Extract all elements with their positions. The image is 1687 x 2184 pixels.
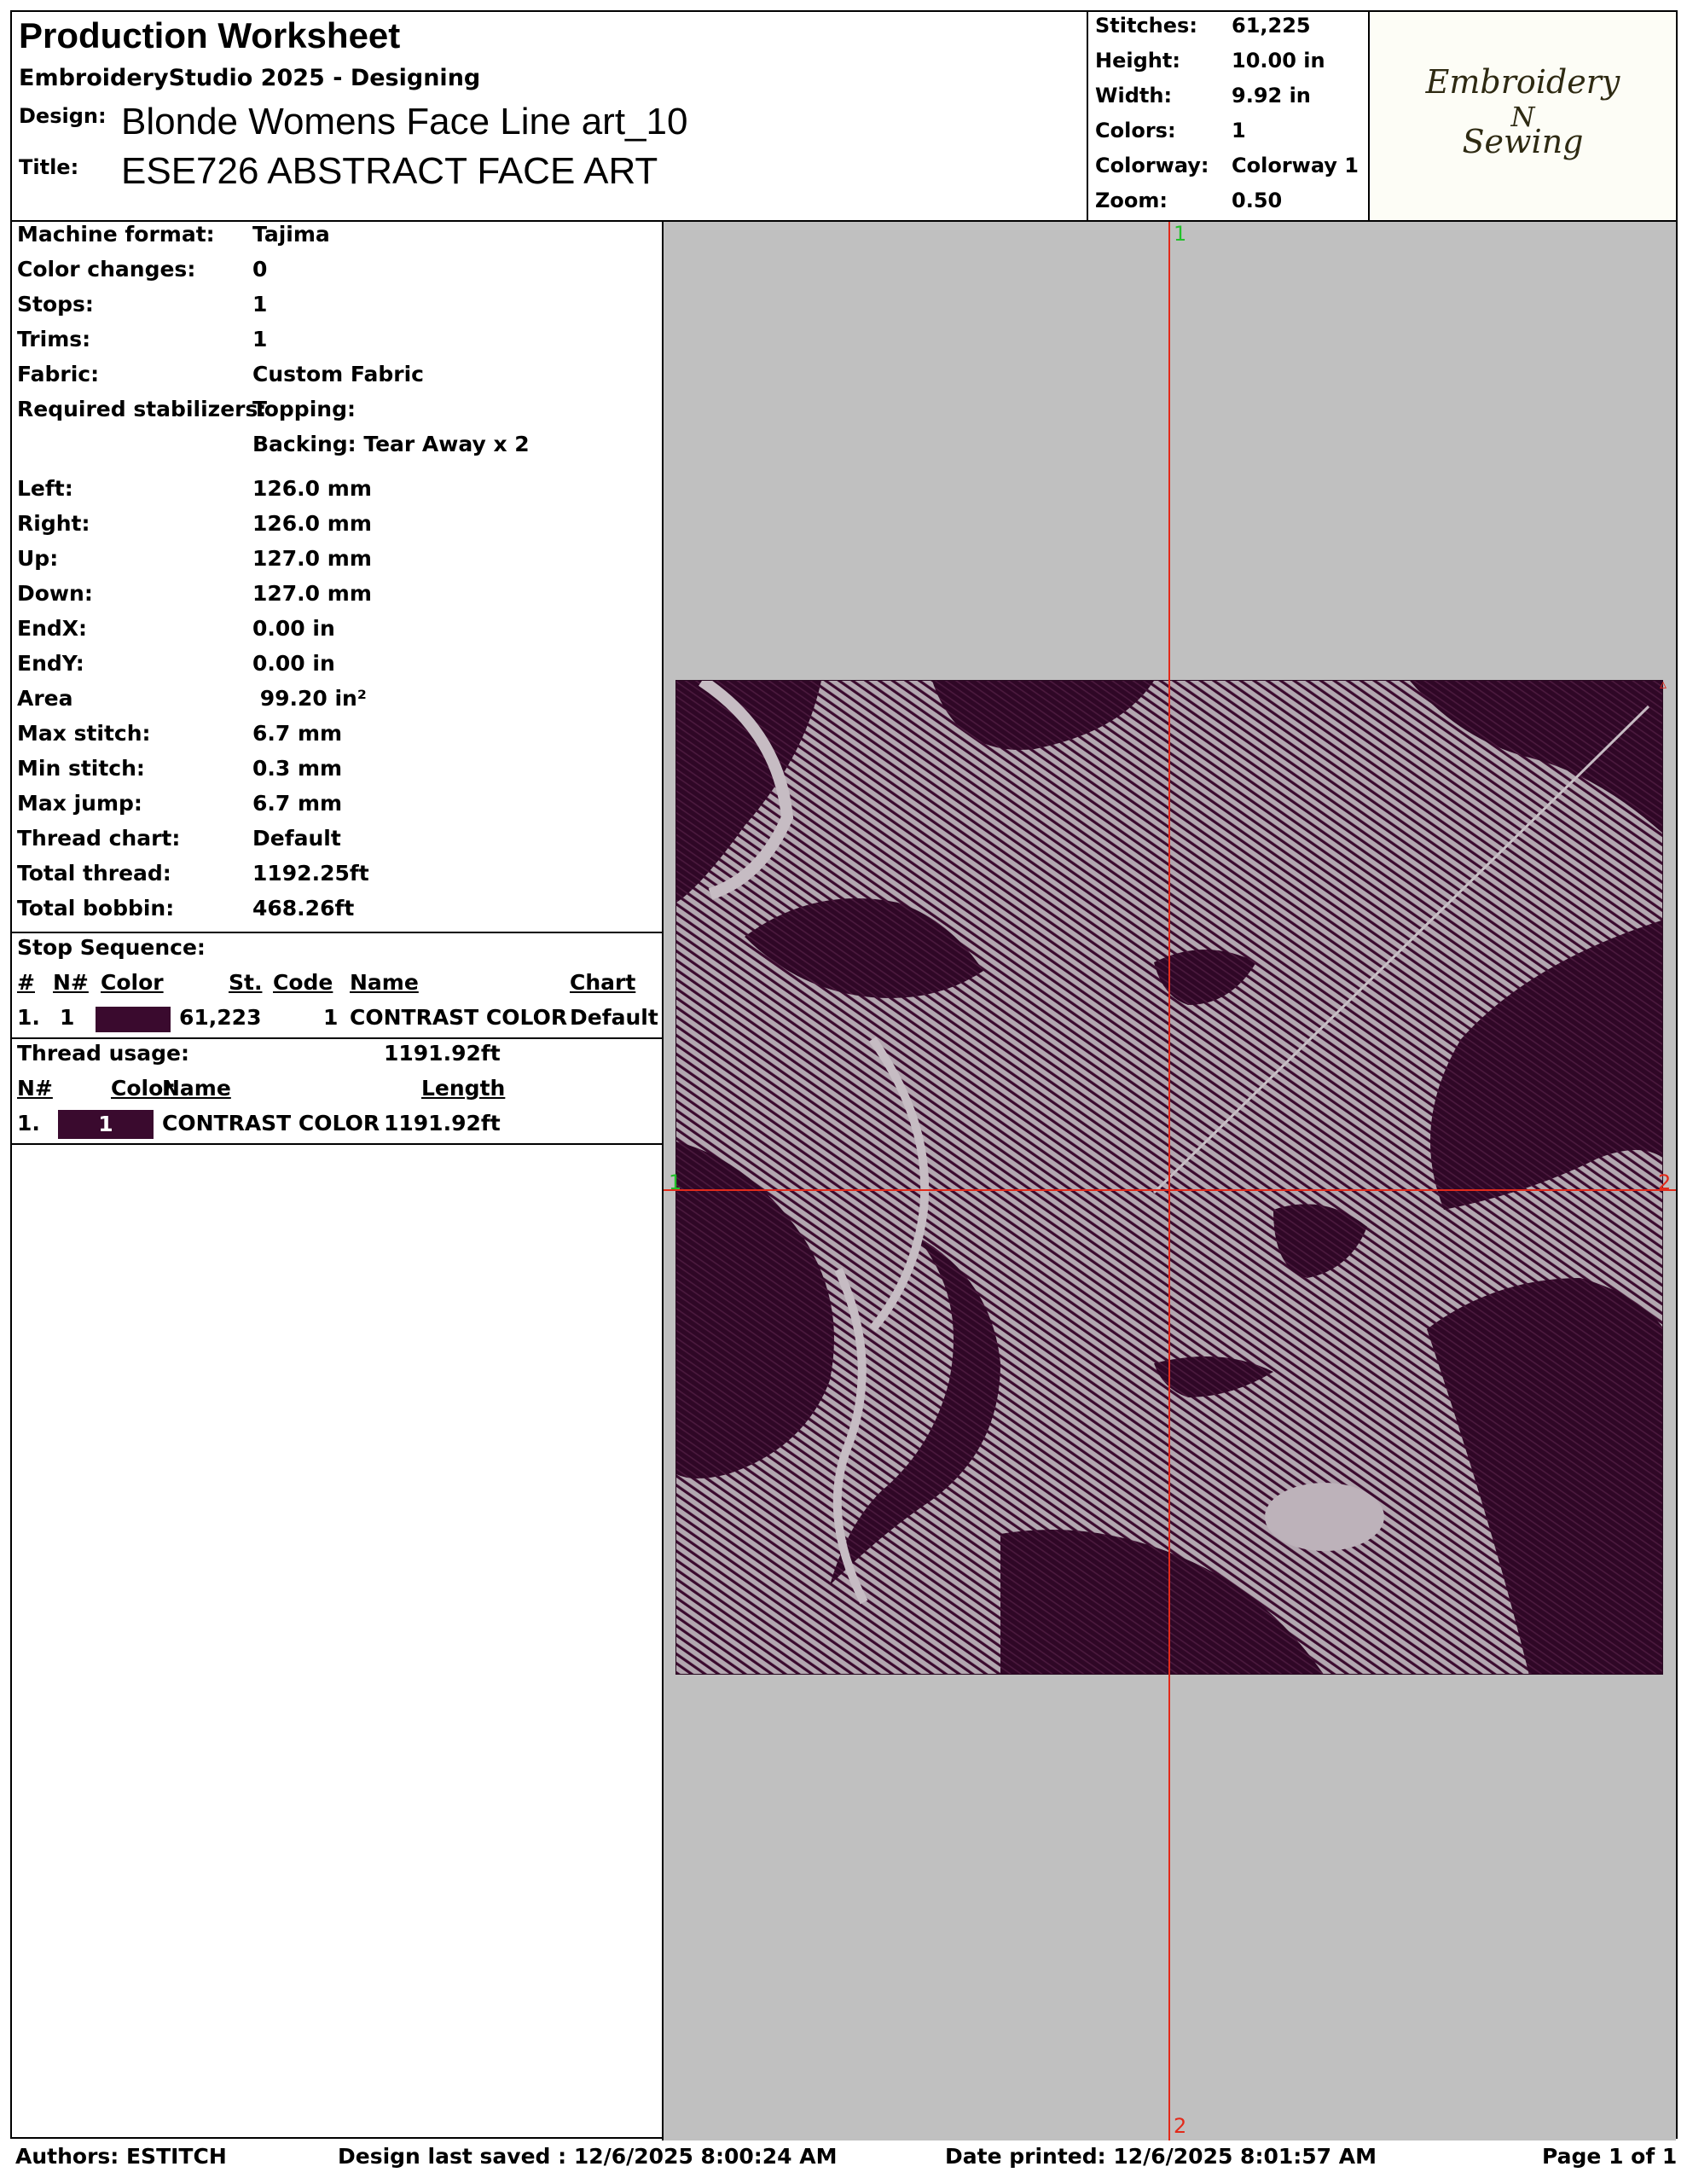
divider xyxy=(12,932,662,933)
info-color-changes: Color changes: 0 xyxy=(17,257,268,282)
corner-marker-icon: ▵ xyxy=(1660,676,1667,692)
stat-zoom: Zoom: 0.50 xyxy=(1095,189,1283,212)
divider xyxy=(12,1143,662,1145)
dim-thread-chart: Thread chart: Default xyxy=(17,826,341,851)
stop-row-name: CONTRAST COLOR xyxy=(350,1005,568,1030)
dim-left: Left: 126.0 mm xyxy=(17,476,372,501)
dim-down: Down: 127.0 mm xyxy=(17,581,372,606)
info-trims: Trims: 1 xyxy=(17,327,268,351)
design-name: Blonde Womens Face Line art_10 xyxy=(121,101,688,142)
footer-page-number: Page 1 of 1 xyxy=(1542,2144,1678,2169)
thread-header-length: Length xyxy=(421,1076,506,1101)
vertical-guide-line xyxy=(1168,222,1170,2140)
info-backing: Backing: Tear Away x 2 xyxy=(252,432,530,456)
stop-header-code: Code xyxy=(273,970,333,995)
dim-max-jump: Max jump: 6.7 mm xyxy=(17,791,343,816)
dim-min-stitch: Min stitch: 0.3 mm xyxy=(17,756,343,781)
stat-width: Width: 9.92 in xyxy=(1095,84,1311,107)
stop-header-st: St. xyxy=(229,970,263,995)
stat-stitches: Stitches: 61,225 xyxy=(1095,14,1311,38)
dim-total-thread: Total thread: 1192.25ft xyxy=(17,861,369,886)
thread-row-length: 1191.92ft xyxy=(384,1111,501,1136)
dim-endx: EndX: 0.00 in xyxy=(17,616,335,641)
worksheet-header: Production Worksheet EmbroideryStudio 20… xyxy=(12,12,1676,222)
stop-row-color-swatch xyxy=(96,1007,171,1032)
right-guide-marker: 2 xyxy=(1658,1170,1672,1194)
thread-row-color-swatch: 1 xyxy=(58,1110,154,1139)
dim-right: Right: 126.0 mm xyxy=(17,511,372,536)
stat-height: Height: 10.00 in xyxy=(1095,49,1325,73)
info-machine-format: Machine format: Tajima xyxy=(17,222,330,247)
stop-row-stitches: 61,223 xyxy=(179,1005,262,1030)
app-name: EmbroideryStudio 2025 - Designing xyxy=(19,65,481,91)
stat-colors: Colors: 1 xyxy=(1095,119,1246,142)
company-logo: Embroidery N Sewing xyxy=(1368,12,1676,220)
stop-row-idx: 1. xyxy=(17,1005,40,1030)
thread-usage-heading: Thread usage: xyxy=(17,1041,190,1066)
design-stats: Stitches: 61,225 Height: 10.00 in Width: 9.… xyxy=(1087,12,1368,220)
design-preview: 1 2 1 2 ▵ xyxy=(664,222,1676,2140)
dim-total-bobbin: Total bobbin: 468.26ft xyxy=(17,896,355,921)
stop-header-chart: Chart xyxy=(570,970,636,995)
left-guide-marker: 1 xyxy=(669,1170,682,1194)
title-label: Title: xyxy=(19,155,79,179)
thread-usage-total: 1191.92ft xyxy=(384,1041,501,1066)
top-guide-marker: 1 xyxy=(1174,222,1187,246)
thread-row-idx: 1. xyxy=(17,1111,40,1136)
info-fabric: Fabric: Custom Fabric xyxy=(17,362,425,386)
design-title: ESE726 ABSTRACT FACE ART xyxy=(121,150,658,192)
footer-last-saved: Design last saved : 12/6/2025 8:00:24 AM xyxy=(338,2144,838,2169)
footer-authors: Authors: ESTITCH xyxy=(15,2144,227,2169)
stop-sequence-heading: Stop Sequence: xyxy=(17,935,206,960)
stop-header-name: Name xyxy=(350,970,419,995)
dim-endy: EndY: 0.00 in xyxy=(17,651,335,676)
thread-header-name: Name xyxy=(162,1076,231,1101)
page-title: Production Worksheet xyxy=(19,15,401,55)
info-stops: Stops: 1 xyxy=(17,292,268,317)
stop-row-n: 1 xyxy=(60,1005,75,1030)
dim-max-stitch: Max stitch: 6.7 mm xyxy=(17,721,343,746)
stop-header-color: Color xyxy=(101,970,164,995)
thread-row-name: CONTRAST COLOR xyxy=(162,1111,380,1136)
stop-row-code: 1 xyxy=(323,1005,339,1030)
stop-header-idx: # xyxy=(17,970,35,995)
dim-area: Area 99.20 in² xyxy=(17,686,367,711)
stop-header-n: N# xyxy=(53,970,89,995)
divider xyxy=(12,1037,662,1039)
footer-date-printed: Date printed: 12/6/2025 8:01:57 AM xyxy=(945,2144,1377,2169)
stat-colorway: Colorway: Colorway 1 xyxy=(1095,154,1359,177)
thread-header-n: N# xyxy=(17,1076,53,1101)
design-label: Design: xyxy=(19,104,107,128)
bottom-guide-marker: 2 xyxy=(1174,2114,1187,2138)
worksheet-frame: Production Worksheet EmbroideryStudio 20… xyxy=(10,10,1678,2140)
details-panel: Machine format: Tajima Color changes: 0 St… xyxy=(12,222,664,2140)
info-stabilizers: Required stabilizers:Topping: xyxy=(17,397,356,421)
dim-up: Up: 127.0 mm xyxy=(17,546,372,571)
horizontal-guide-line xyxy=(664,1189,1676,1191)
stop-row-chart: Default xyxy=(570,1005,658,1030)
